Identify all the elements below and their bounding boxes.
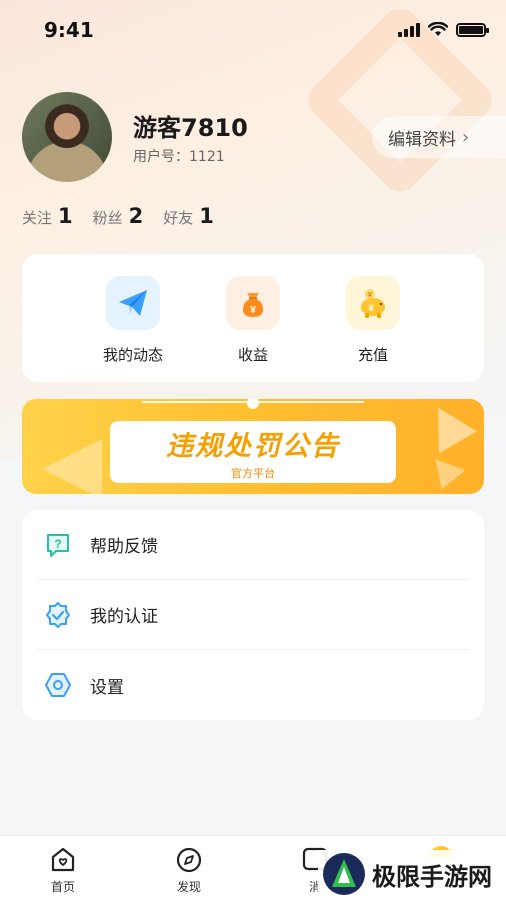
svg-text:¥: ¥ bbox=[250, 305, 256, 316]
settings-hexagon-icon bbox=[44, 671, 72, 699]
banner-subtitle: 官方平台 bbox=[231, 466, 275, 480]
compass-icon bbox=[176, 847, 202, 873]
edit-profile-label: 编辑资料 bbox=[388, 129, 456, 150]
verified-badge-icon bbox=[44, 601, 72, 629]
stat-label: 关注 bbox=[22, 209, 53, 227]
stat-following[interactable]: 关注 1 bbox=[22, 204, 73, 228]
banner-board: 违规处罚公告 官方平台 bbox=[110, 421, 396, 483]
money-bag-icon: ¥ bbox=[226, 276, 280, 330]
paper-plane-icon bbox=[106, 276, 160, 330]
quick-action-label: 充值 bbox=[357, 346, 388, 364]
battery-icon bbox=[456, 22, 489, 37]
watermark-logo-icon bbox=[323, 853, 365, 895]
tab-home[interactable]: 首页 bbox=[33, 846, 93, 895]
status-time: 9:41 bbox=[44, 18, 94, 42]
stat-value: 2 bbox=[128, 204, 144, 228]
menu-item-label: 我的认证 bbox=[90, 607, 158, 627]
svg-text:?: ? bbox=[54, 537, 61, 551]
stat-value: 1 bbox=[199, 204, 214, 228]
menu-item-label: 帮助反馈 bbox=[90, 537, 158, 557]
violation-notice-banner[interactable]: 违规处罚公告 官方平台 bbox=[22, 399, 484, 494]
stat-followers[interactable]: 粉丝 2 bbox=[93, 204, 144, 228]
stat-label: 粉丝 bbox=[92, 209, 123, 227]
menu-item-help-feedback[interactable]: ? 帮助反馈 bbox=[38, 510, 468, 580]
signal-icon bbox=[398, 22, 420, 37]
quick-action-earnings[interactable]: ¥ 收益 bbox=[218, 276, 288, 382]
chevron-right-icon: › bbox=[462, 126, 470, 148]
username: 游客7810 bbox=[133, 114, 248, 142]
status-icons bbox=[398, 22, 489, 37]
stats-row: 关注 1 粉丝 2 好友 1 bbox=[22, 204, 214, 228]
banner-decoration bbox=[426, 459, 466, 494]
home-icon bbox=[51, 847, 75, 872]
help-chat-icon: ? bbox=[44, 531, 72, 559]
status-bar: 9:41 bbox=[0, 0, 506, 60]
stat-value: 1 bbox=[58, 204, 73, 228]
svg-text:¥: ¥ bbox=[368, 303, 373, 313]
banner-decoration bbox=[42, 439, 102, 494]
tab-label: 首页 bbox=[50, 880, 75, 894]
wifi-icon bbox=[428, 22, 448, 36]
menu-item-settings[interactable]: 设置 bbox=[38, 650, 468, 720]
tab-label: 发现 bbox=[176, 880, 201, 894]
quick-action-label: 我的动态 bbox=[102, 346, 163, 364]
site-watermark: 极限手游网 bbox=[318, 850, 496, 898]
quick-actions-card: 我的动态 ¥ 收益 ¥ ¥ 充值 bbox=[22, 254, 484, 382]
tab-discover[interactable]: 发现 bbox=[159, 846, 219, 895]
menu-card: ? 帮助反馈 我的认证 设置 bbox=[22, 510, 484, 720]
user-id: 用户号：1121 bbox=[133, 149, 225, 165]
quick-action-recharge[interactable]: ¥ ¥ 充值 bbox=[338, 276, 408, 382]
menu-item-verification[interactable]: 我的认证 bbox=[38, 580, 468, 650]
stat-friends[interactable]: 好友 1 bbox=[163, 204, 214, 228]
banner-title: 违规处罚公告 bbox=[166, 430, 340, 462]
quick-action-label: 收益 bbox=[237, 346, 268, 364]
menu-item-label: 设置 bbox=[90, 677, 124, 698]
quick-action-my-posts[interactable]: 我的动态 bbox=[98, 276, 168, 382]
svg-text:¥: ¥ bbox=[368, 292, 372, 299]
piggy-bank-icon: ¥ ¥ bbox=[346, 276, 400, 330]
banner-decoration bbox=[418, 399, 478, 454]
edit-profile-button[interactable]: 编辑资料 › bbox=[372, 116, 506, 158]
avatar[interactable] bbox=[22, 92, 112, 182]
watermark-text: 极限手游网 bbox=[372, 861, 492, 891]
stat-label: 好友 bbox=[163, 209, 194, 227]
